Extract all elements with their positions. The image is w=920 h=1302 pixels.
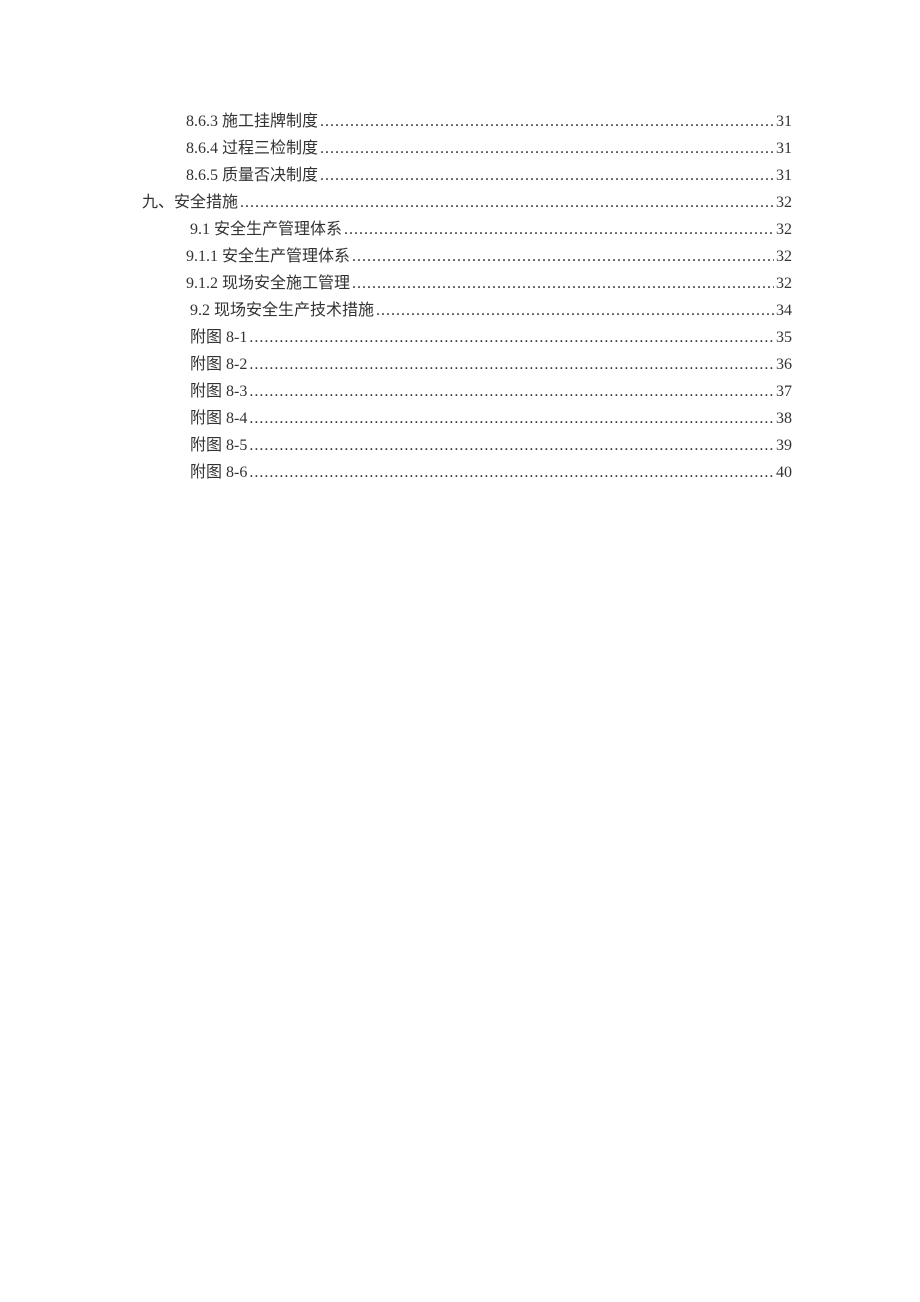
toc-entry: 8.6.3 施工挂牌制度 31 xyxy=(186,108,792,135)
toc-page: 40 xyxy=(776,459,792,486)
toc-dots xyxy=(240,189,774,216)
toc-page: 38 xyxy=(776,405,792,432)
toc-entry: 9.2 现场安全生产技术措施 34 xyxy=(190,297,792,324)
toc-dots xyxy=(249,351,774,378)
toc-dots xyxy=(249,405,774,432)
toc-label: 附图 8-5 xyxy=(190,432,247,459)
toc-page: 32 xyxy=(776,270,792,297)
toc-label: 九、安全措施 xyxy=(142,189,238,216)
toc-label: 附图 8-4 xyxy=(190,405,247,432)
toc-dots xyxy=(249,324,774,351)
toc-entry: 九、安全措施 32 xyxy=(142,189,792,216)
toc-label: 8.6.4 过程三检制度 xyxy=(186,135,318,162)
toc-dots xyxy=(352,243,774,270)
toc-dots xyxy=(249,378,774,405)
toc-dots xyxy=(344,216,774,243)
toc-entry: 附图 8-6 40 xyxy=(190,459,792,486)
toc-dots xyxy=(249,459,774,486)
toc-label: 8.6.5 质量否决制度 xyxy=(186,162,318,189)
toc-page: 39 xyxy=(776,432,792,459)
toc-dots xyxy=(320,108,774,135)
toc-entry: 附图 8-3 37 xyxy=(190,378,792,405)
toc-page: 31 xyxy=(776,162,792,189)
toc-label: 附图 8-2 xyxy=(190,351,247,378)
toc-entry: 附图 8-5 39 xyxy=(190,432,792,459)
toc-entry: 附图 8-4 38 xyxy=(190,405,792,432)
toc-entry: 8.6.4 过程三检制度 31 xyxy=(186,135,792,162)
toc-page: 34 xyxy=(776,297,792,324)
toc-label: 9.2 现场安全生产技术措施 xyxy=(190,297,374,324)
toc-dots xyxy=(376,297,774,324)
toc-page: 31 xyxy=(776,108,792,135)
toc-label: 9.1.2 现场安全施工管理 xyxy=(186,270,350,297)
toc-entry: 附图 8-2 36 xyxy=(190,351,792,378)
toc-entry: 9.1.2 现场安全施工管理 32 xyxy=(186,270,792,297)
toc-dots xyxy=(320,135,774,162)
toc-entry: 9.1.1 安全生产管理体系 32 xyxy=(186,243,792,270)
toc-page: 32 xyxy=(776,243,792,270)
toc-label: 附图 8-3 xyxy=(190,378,247,405)
toc-label: 9.1 安全生产管理体系 xyxy=(190,216,342,243)
toc-dots xyxy=(352,270,774,297)
toc-entry: 附图 8-1 35 xyxy=(190,324,792,351)
toc-entry: 8.6.5 质量否决制度 31 xyxy=(186,162,792,189)
toc-label: 附图 8-6 xyxy=(190,459,247,486)
toc-entry: 9.1 安全生产管理体系 32 xyxy=(190,216,792,243)
toc-page: 36 xyxy=(776,351,792,378)
toc-page: 35 xyxy=(776,324,792,351)
toc-page: 31 xyxy=(776,135,792,162)
toc-dots xyxy=(249,432,774,459)
toc-page: 37 xyxy=(776,378,792,405)
toc-page: 32 xyxy=(776,216,792,243)
toc-page: 32 xyxy=(776,189,792,216)
toc-container: 8.6.3 施工挂牌制度318.6.4 过程三检制度318.6.5 质量否决制度… xyxy=(142,108,792,486)
toc-dots xyxy=(320,162,774,189)
toc-label: 8.6.3 施工挂牌制度 xyxy=(186,108,318,135)
toc-label: 附图 8-1 xyxy=(190,324,247,351)
toc-label: 9.1.1 安全生产管理体系 xyxy=(186,243,350,270)
